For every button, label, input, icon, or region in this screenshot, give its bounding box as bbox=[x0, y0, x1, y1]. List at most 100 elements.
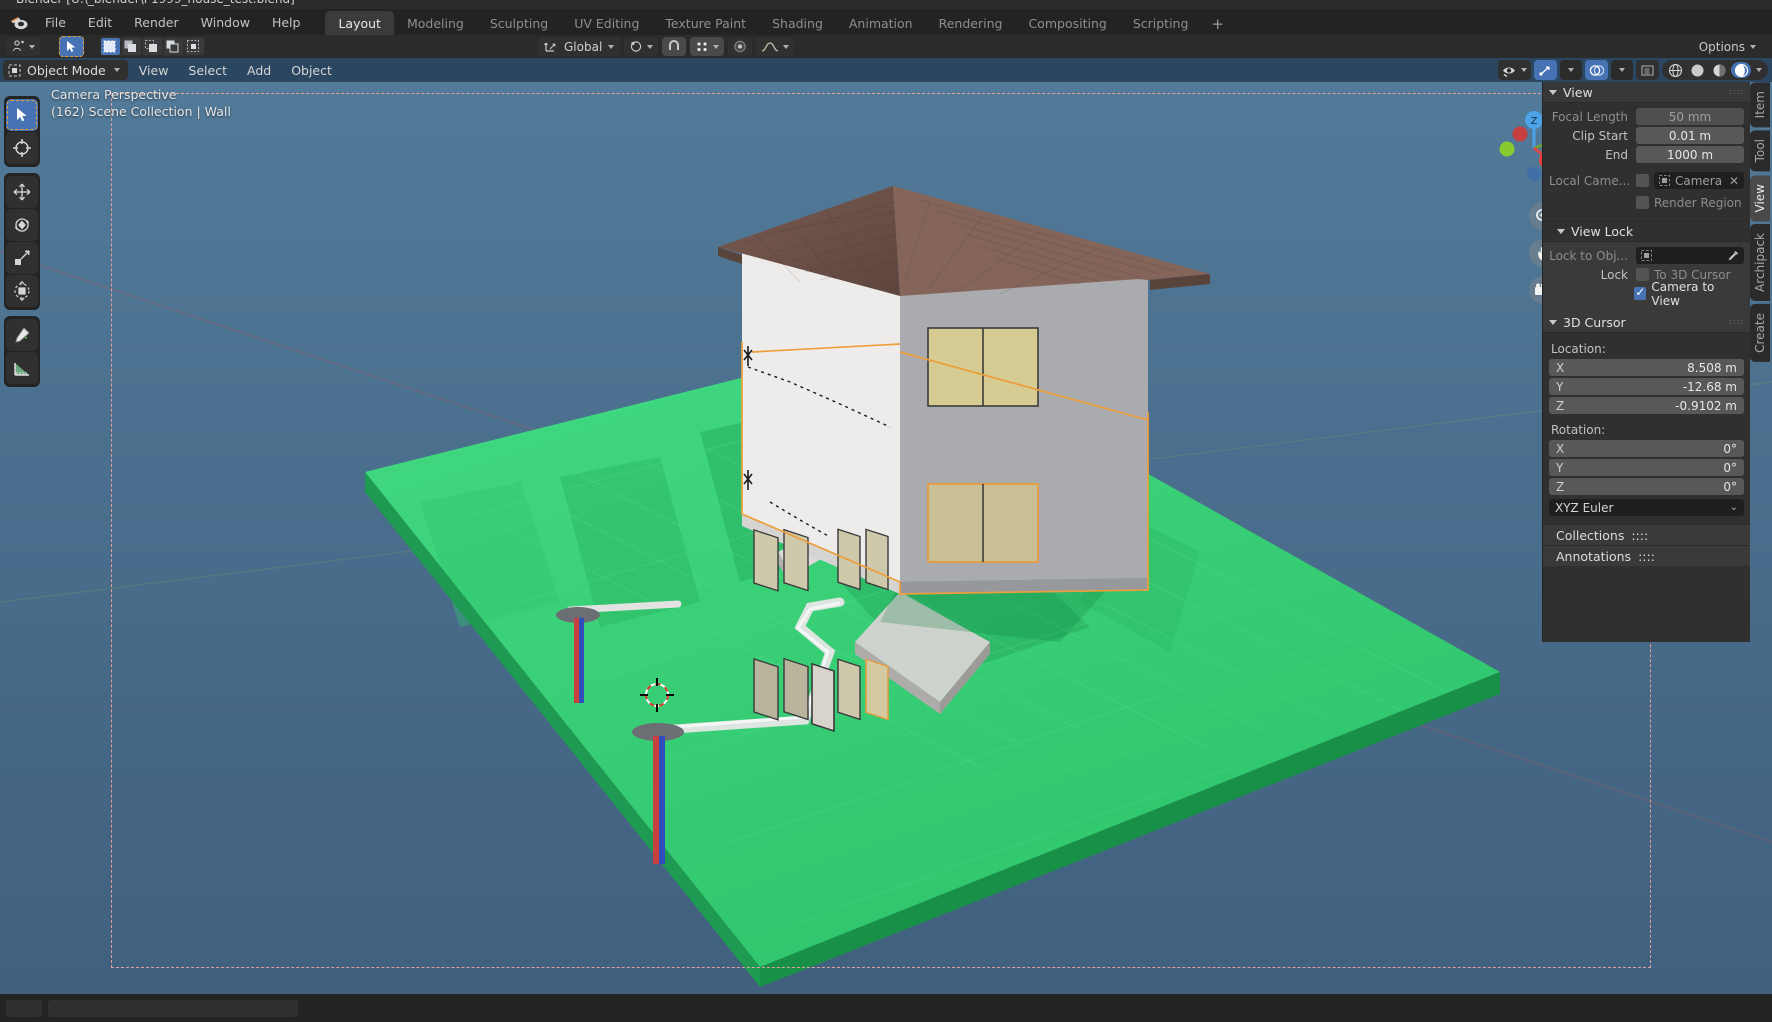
panel-title-view: View bbox=[1563, 84, 1593, 100]
cursor-tool[interactable] bbox=[6, 132, 38, 164]
workspace-tab-compositing[interactable]: Compositing bbox=[1015, 11, 1119, 35]
annotate-tool[interactable] bbox=[6, 319, 38, 351]
select-set-icon[interactable] bbox=[101, 38, 120, 55]
sidebar-tab-tool[interactable]: Tool bbox=[1750, 130, 1770, 172]
cursor-location-y[interactable]: Y -12.68 m bbox=[1549, 378, 1744, 395]
transform-tool[interactable] bbox=[6, 275, 38, 307]
clip-end-field[interactable]: 1000 m bbox=[1636, 146, 1744, 163]
menu-render[interactable]: Render bbox=[123, 12, 190, 33]
panel-header-view-lock[interactable]: View Lock bbox=[1543, 221, 1750, 242]
viewport-header: Object Mode View Select Add Object bbox=[0, 58, 1772, 82]
xray-toggle-icon bbox=[1641, 64, 1654, 76]
status-keymap-hint bbox=[48, 999, 298, 1017]
rendered-shading-icon[interactable] bbox=[1731, 62, 1751, 78]
wireframe-shading-icon[interactable] bbox=[1665, 62, 1685, 78]
panel-header-collections[interactable]: Collections :::: bbox=[1543, 524, 1750, 545]
clip-start-field[interactable]: 0.01 m bbox=[1636, 127, 1744, 144]
snap-settings-dropdown[interactable] bbox=[690, 37, 725, 56]
menu-items: File Edit Render Window Help bbox=[34, 9, 311, 35]
local-camera-checkbox[interactable] bbox=[1636, 174, 1649, 187]
material-preview-shading-icon[interactable] bbox=[1709, 62, 1729, 78]
tweak-tool[interactable] bbox=[6, 99, 38, 131]
interaction-mode-dropdown[interactable]: Object Mode bbox=[3, 60, 128, 80]
local-camera-clear-x-icon[interactable]: ✕ bbox=[1729, 174, 1739, 188]
solid-shading-icon[interactable] bbox=[1687, 62, 1707, 78]
rotate-tool[interactable] bbox=[6, 209, 38, 241]
panel-grip-icon: :::: bbox=[1729, 87, 1744, 96]
active-tool-tweak-icon[interactable] bbox=[59, 36, 84, 57]
viewport-menu-select[interactable]: Select bbox=[179, 61, 236, 80]
editor-type-icon[interactable] bbox=[6, 37, 40, 56]
render-region-checkbox[interactable] bbox=[1636, 196, 1649, 209]
panel-header-annotations[interactable]: Annotations :::: bbox=[1543, 545, 1750, 566]
focal-length-field[interactable]: 50 mm bbox=[1636, 108, 1744, 125]
workspace-tab-modeling[interactable]: Modeling bbox=[394, 11, 477, 35]
cursor-rotation-y[interactable]: Y 0° bbox=[1549, 459, 1744, 476]
overlays-dropdown[interactable] bbox=[1611, 60, 1633, 80]
gizmo-dropdown[interactable] bbox=[1560, 60, 1582, 80]
gizmo-axis-z: Z bbox=[1531, 116, 1538, 127]
gizmo-toggle[interactable] bbox=[1534, 60, 1557, 80]
workspace-tab-shading[interactable]: Shading bbox=[759, 11, 836, 35]
options-dropdown[interactable]: Options bbox=[1691, 37, 1764, 56]
xray-toggle[interactable] bbox=[1636, 60, 1659, 80]
object-mode-icon bbox=[8, 64, 21, 76]
sidebar-tab-view[interactable]: View bbox=[1750, 174, 1770, 222]
add-workspace-button[interactable]: + bbox=[1201, 13, 1234, 35]
to-3d-cursor-checkbox[interactable] bbox=[1636, 268, 1649, 281]
blender-logo-icon[interactable] bbox=[4, 10, 34, 34]
select-intersect-icon[interactable] bbox=[185, 38, 204, 55]
object-visibility-dropdown[interactable] bbox=[1498, 60, 1531, 80]
workspace-tab-animation[interactable]: Animation bbox=[836, 11, 926, 35]
panel-header-view[interactable]: View :::: bbox=[1543, 82, 1750, 103]
eyedropper-icon[interactable] bbox=[1727, 250, 1739, 262]
transform-orientation-dropdown[interactable]: Global bbox=[538, 37, 621, 56]
cursor-location-x[interactable]: X 8.508 m bbox=[1549, 359, 1744, 376]
viewport-menu-add[interactable]: Add bbox=[238, 61, 280, 80]
select-invert-icon[interactable] bbox=[164, 38, 183, 55]
proportional-editing-toggle[interactable] bbox=[728, 37, 753, 56]
panel-header-3d-cursor[interactable]: 3D Cursor :::: bbox=[1543, 312, 1750, 333]
pivot-point-icon bbox=[631, 41, 642, 52]
sidebar-tab-archipack[interactable]: Archipack bbox=[1750, 224, 1770, 302]
workspace-tab-sculpting[interactable]: Sculpting bbox=[477, 11, 561, 35]
cursor-rotation-x-value: 0° bbox=[1723, 441, 1737, 456]
move-tool[interactable] bbox=[6, 176, 38, 208]
cursor-location-y-value: -12.68 m bbox=[1682, 379, 1737, 394]
cursor-rotation-z[interactable]: Z 0° bbox=[1549, 478, 1744, 495]
overlays-toggle[interactable] bbox=[1585, 60, 1608, 80]
scale-tool[interactable] bbox=[6, 242, 38, 274]
select-subtract-icon[interactable] bbox=[143, 38, 162, 55]
viewport-menu-object[interactable]: Object bbox=[282, 61, 341, 80]
cursor-location-z[interactable]: Z -0.9102 m bbox=[1549, 397, 1744, 414]
lock-to-object-field[interactable] bbox=[1636, 247, 1744, 264]
snap-increment-icon bbox=[697, 42, 707, 52]
local-camera-label: Local Came... bbox=[1549, 173, 1631, 188]
measure-tool[interactable] bbox=[6, 352, 38, 384]
blender-window: Blender [U:\_blender\P1999_house_test.bl… bbox=[0, 0, 1772, 1022]
rotation-mode-dropdown[interactable]: XYZ Euler ⌄ bbox=[1549, 499, 1744, 516]
workspace-tab-texture-paint[interactable]: Texture Paint bbox=[652, 11, 759, 35]
menu-file[interactable]: File bbox=[34, 12, 77, 33]
workspace-tab-layout[interactable]: Layout bbox=[325, 11, 394, 35]
workspace-tab-scripting[interactable]: Scripting bbox=[1120, 11, 1202, 35]
tool-group-transform bbox=[4, 173, 40, 310]
3d-viewport[interactable]: Camera Perspective (162) Scene Collectio… bbox=[0, 82, 1772, 994]
row-lock-to-object: Lock to Obj... bbox=[1549, 247, 1744, 264]
snap-toggle-button[interactable] bbox=[662, 37, 687, 56]
pivot-point-dropdown[interactable] bbox=[624, 37, 659, 56]
local-camera-object-field[interactable]: Camera ✕ bbox=[1654, 172, 1744, 189]
viewport-menu-view[interactable]: View bbox=[130, 61, 178, 80]
cursor-rotation-x[interactable]: X 0° bbox=[1549, 440, 1744, 457]
sidebar-tab-item[interactable]: Item bbox=[1750, 82, 1770, 128]
camera-to-view-checkbox[interactable] bbox=[1633, 285, 1647, 300]
proportional-falloff-dropdown[interactable] bbox=[756, 37, 795, 56]
menu-window[interactable]: Window bbox=[190, 12, 261, 33]
cursor-rotation-z-axis: Z bbox=[1556, 479, 1565, 494]
sidebar-tab-create[interactable]: Create bbox=[1750, 304, 1770, 362]
menu-edit[interactable]: Edit bbox=[77, 12, 123, 33]
workspace-tab-uv-editing[interactable]: UV Editing bbox=[561, 11, 652, 35]
workspace-tab-rendering[interactable]: Rendering bbox=[926, 11, 1016, 35]
select-extend-icon[interactable] bbox=[122, 38, 141, 55]
menu-help[interactable]: Help bbox=[261, 12, 312, 33]
